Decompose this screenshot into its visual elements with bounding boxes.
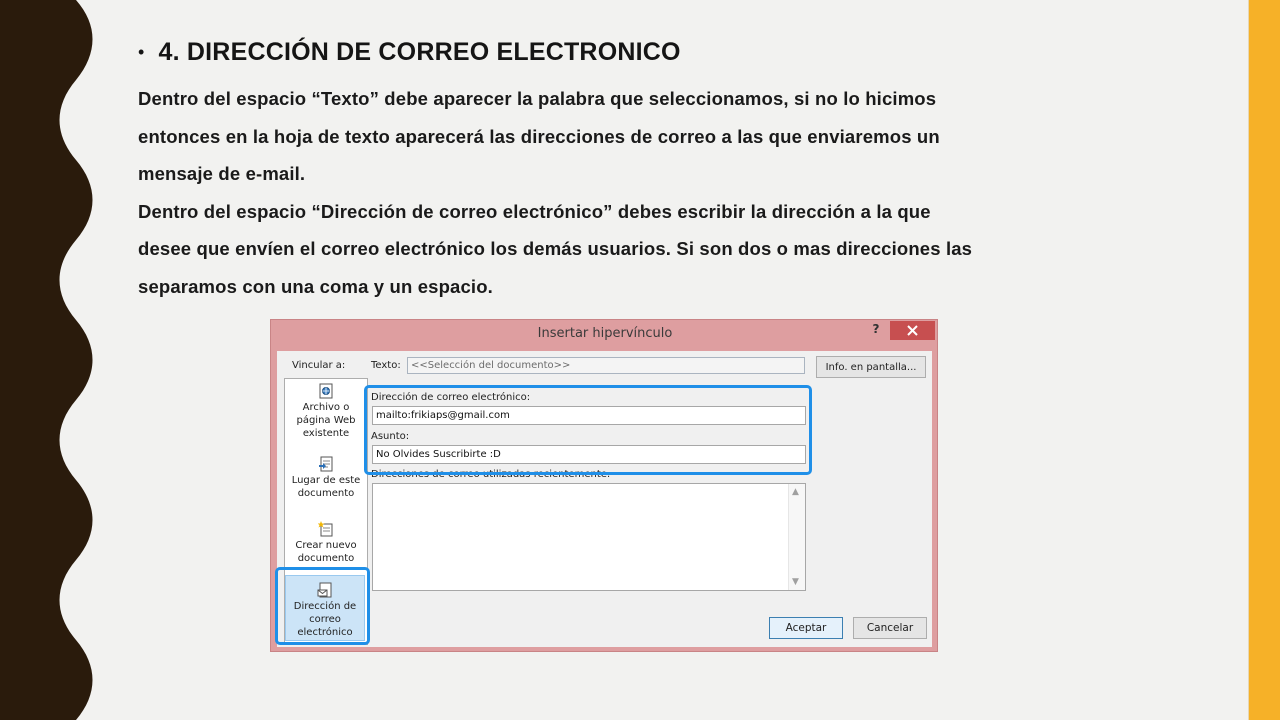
body-line: mensaje de e-mail. <box>138 163 306 184</box>
email-address-input[interactable]: mailto:frikiaps@gmail.com <box>372 406 806 425</box>
help-button[interactable]: ? <box>867 322 885 338</box>
dialog-title: Insertar hipervínculo <box>537 326 673 341</box>
close-button[interactable] <box>890 321 935 340</box>
text-field-label: Texto: <box>371 360 401 371</box>
dialog-body: Vincular a: Archivo o página Web existen… <box>277 351 932 647</box>
screentip-button[interactable]: Info. en pantalla... <box>816 356 926 378</box>
right-accent-stripe <box>1249 0 1280 720</box>
insert-hyperlink-dialog: Insertar hipervínculo ? Vincular a: Arch… <box>270 319 938 652</box>
link-target-email-address[interactable]: Dirección de correo electrónico <box>285 575 365 641</box>
scroll-down-icon[interactable]: ▼ <box>792 577 799 587</box>
document-place-icon <box>319 456 333 472</box>
web-page-icon <box>319 383 333 399</box>
link-target-new-document[interactable]: Crear nuevo documento <box>285 521 367 565</box>
email-address-label: Dirección de correo electrónico: <box>371 392 531 403</box>
email-address-icon <box>317 582 332 598</box>
subject-input[interactable]: No Olvides Suscribirte :D <box>372 445 806 464</box>
slide-heading: • 4. DIRECCIÓN DE CORREO ELECTRONICO <box>138 38 681 67</box>
recent-addresses-list[interactable]: ▲ ▼ <box>372 483 806 591</box>
link-target-label: Archivo o página Web existente <box>296 402 356 439</box>
link-target-label: Dirección de correo electrónico <box>293 601 357 638</box>
heading-text: 4. DIRECCIÓN DE CORREO ELECTRONICO <box>158 38 681 66</box>
heading-bullet: • <box>138 42 145 62</box>
body-line: Dentro del espacio “Dirección de correo … <box>138 200 931 222</box>
link-target-label: Lugar de este documento <box>291 475 361 499</box>
body-line: entonces en la hoja de texto aparecerá l… <box>138 125 940 147</box>
link-target-web-page[interactable]: Archivo o página Web existente <box>285 383 367 440</box>
link-to-label: Vincular a: <box>292 360 346 371</box>
new-document-icon <box>318 521 333 537</box>
body-line: Dentro del espacio “Texto” debe aparecer… <box>138 88 937 109</box>
body-line: separamos con una coma y un espacio. <box>138 275 493 297</box>
wavy-left-border <box>0 0 93 720</box>
close-icon <box>907 325 918 336</box>
recent-addresses-label: Direcciones de correo utilizadas recient… <box>371 469 611 480</box>
slide-body: Dentro del espacio “Texto” debe aparecer… <box>138 80 1058 305</box>
recent-list-scrollbar[interactable]: ▲ ▼ <box>788 484 805 590</box>
scroll-up-icon[interactable]: ▲ <box>792 487 799 497</box>
cancel-button[interactable]: Cancelar <box>853 617 927 639</box>
accept-button[interactable]: Aceptar <box>769 617 843 639</box>
subject-label: Asunto: <box>371 431 410 442</box>
link-target-label: Crear nuevo documento <box>295 540 357 564</box>
link-target-panel: Archivo o página Web existente Lugar de … <box>284 378 368 645</box>
link-target-place-in-document[interactable]: Lugar de este documento <box>285 456 367 500</box>
body-line: desee que envíen el correo electrónico l… <box>138 238 973 259</box>
display-text-input[interactable]: <<Selección del documento>> <box>407 357 805 374</box>
